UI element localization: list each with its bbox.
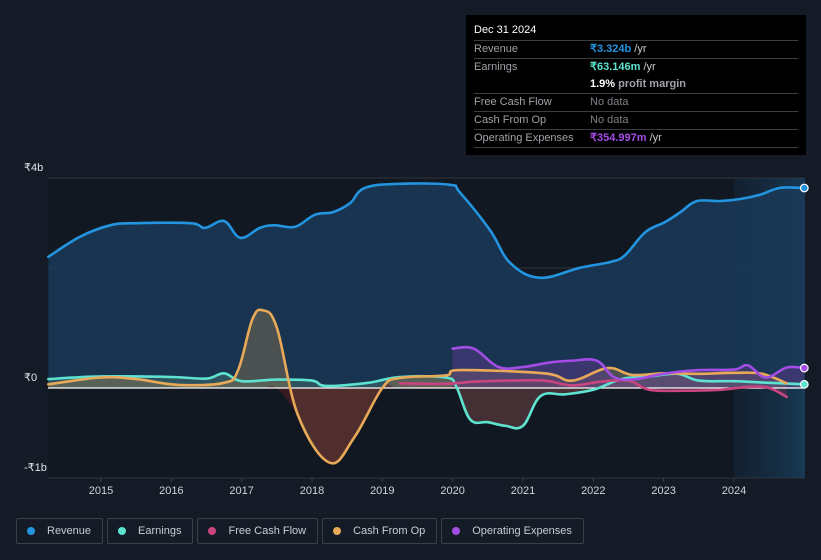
- x-tick-label: 2023: [651, 485, 675, 497]
- tooltip-value-number: 1.9%: [590, 78, 616, 90]
- tooltip-row-free-cash-flow: Free Cash Flow No data: [474, 94, 798, 112]
- tooltip-label: Revenue: [474, 43, 519, 55]
- tooltip-value: ₹3.324b /yr: [590, 41, 647, 58]
- tooltip-value-unit: profit margin: [615, 78, 686, 90]
- legend-label: Revenue: [47, 525, 92, 537]
- chart-legend: Revenue Earnings Free Cash Flow Cash From O…: [16, 518, 584, 544]
- earnings-end-marker: [799, 379, 809, 389]
- tooltip-row-cash-from-op: Cash From Op No data: [474, 112, 798, 130]
- x-tick-label: 2017: [229, 485, 253, 497]
- revenue-end-marker: [799, 183, 809, 193]
- tooltip-value-number: ₹354.997m: [590, 132, 647, 144]
- tooltip-value: No data: [590, 112, 629, 129]
- legend-item-earnings[interactable]: Earnings: [107, 518, 194, 544]
- x-tick-label: 2018: [300, 485, 324, 497]
- tooltip-date: Dec 31 2024: [474, 21, 798, 41]
- legend-label: Operating Expenses: [472, 525, 572, 537]
- x-tick-label: 2021: [511, 485, 535, 497]
- tooltip-value: No data: [590, 94, 629, 111]
- tooltip-value-unit: /yr: [640, 61, 656, 73]
- tooltip-label: Operating Expenses: [474, 132, 574, 144]
- legend-item-cash-from-op[interactable]: Cash From Op: [322, 518, 438, 544]
- tooltip-value-unit: /yr: [646, 132, 662, 144]
- tooltip-value-number: ₹3.324b: [590, 43, 632, 55]
- tooltip-value-number: ₹63.146m: [590, 61, 641, 73]
- x-tick-label: 2024: [722, 485, 746, 497]
- x-axis-labels: 2015 2016 2017 2018 2019 2020 2021 2022 2023 2024: [89, 478, 746, 497]
- legend-dot-icon: [333, 527, 342, 535]
- x-tick-label: 2019: [370, 485, 394, 497]
- y-axis-labels: ₹4b ₹0 -₹1b: [24, 162, 47, 474]
- tooltip-value-number: No data: [590, 96, 629, 108]
- legend-item-free-cash-flow[interactable]: Free Cash Flow: [197, 518, 319, 544]
- tooltip-row-profit-margin: 1.9% profit margin: [474, 76, 798, 94]
- legend-dot-icon: [118, 527, 127, 535]
- x-tick-label: 2022: [581, 485, 605, 497]
- legend-dot-icon: [452, 527, 461, 535]
- legend-label: Earnings: [138, 525, 182, 537]
- operating-expenses-end-marker: [799, 363, 809, 373]
- y-tick-label: -₹1b: [24, 462, 47, 474]
- tooltip-value: 1.9% profit margin: [590, 76, 686, 93]
- legend-label: Cash From Op: [353, 525, 426, 537]
- tooltip-rows: Revenue ₹3.324b /yr Earnings ₹63.146m /yr 1.…: [474, 41, 798, 148]
- legend-item-operating-expenses[interactable]: Operating Expenses: [441, 518, 584, 544]
- tooltip-label: Free Cash Flow: [474, 96, 552, 108]
- legend-dot-icon: [208, 527, 217, 535]
- x-tick-label: 2016: [159, 485, 183, 497]
- x-tick-label: 2015: [89, 485, 113, 497]
- tooltip-value-number: No data: [590, 114, 629, 126]
- tooltip-row-earnings: Earnings ₹63.146m /yr: [474, 59, 798, 76]
- x-tick-label: 2020: [440, 485, 464, 497]
- legend-dot-icon: [27, 527, 35, 535]
- tooltip-row-operating-expenses: Operating Expenses ₹354.997m /yr: [474, 130, 798, 148]
- y-tick-label: ₹4b: [24, 162, 43, 174]
- legend-label: Free Cash Flow: [228, 525, 307, 537]
- tooltip-panel: Dec 31 2024 Revenue ₹3.324b /yr Earnings ₹6…: [466, 15, 806, 155]
- tooltip-label: Cash From Op: [474, 114, 547, 126]
- tooltip-value-unit: /yr: [631, 43, 647, 55]
- tooltip-value: ₹63.146m /yr: [590, 59, 656, 76]
- tooltip-label: [474, 76, 590, 93]
- y-tick-label: ₹0: [24, 372, 37, 384]
- tooltip-label: Earnings: [474, 61, 518, 73]
- legend-item-revenue[interactable]: Revenue: [16, 518, 104, 544]
- tooltip-row-revenue: Revenue ₹3.324b /yr: [474, 41, 798, 59]
- tooltip-value: ₹354.997m /yr: [590, 130, 662, 147]
